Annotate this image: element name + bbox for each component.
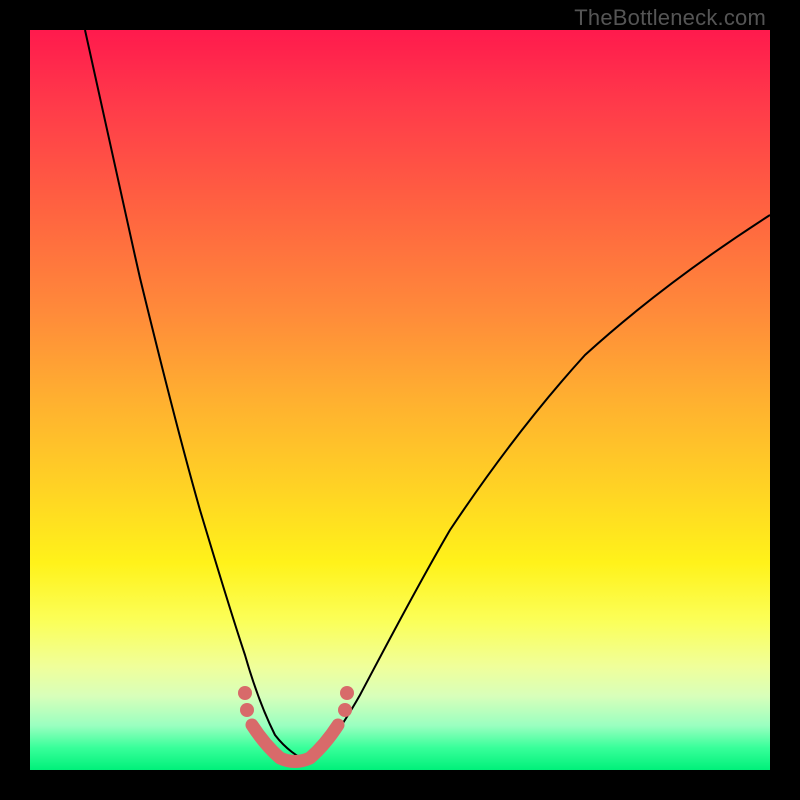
marker-dot <box>340 686 354 700</box>
right-curve <box>310 215 770 762</box>
marker-dot <box>238 686 252 700</box>
chart-svg <box>30 30 770 770</box>
bottom-marker <box>252 725 338 762</box>
chart-plot-area <box>30 30 770 770</box>
watermark-text: TheBottleneck.com <box>574 5 766 31</box>
marker-dot <box>240 703 254 717</box>
marker-dot <box>338 703 352 717</box>
left-curve <box>85 30 310 762</box>
